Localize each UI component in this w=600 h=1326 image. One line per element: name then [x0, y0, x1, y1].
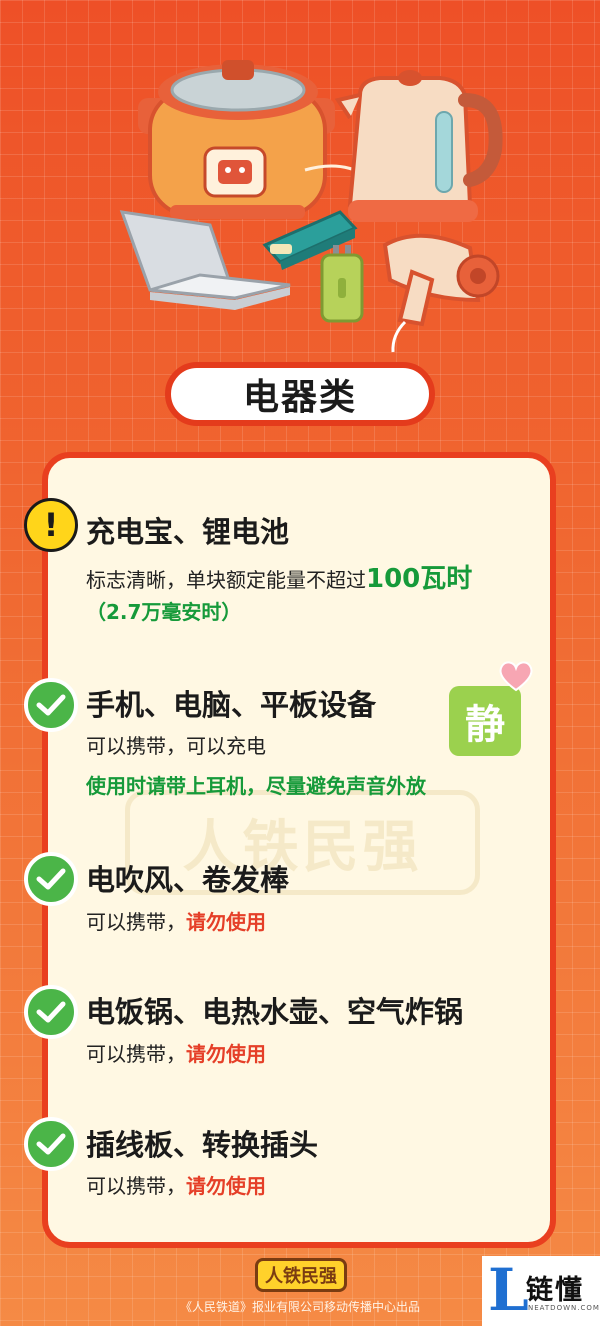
item-detail: 可以携带，可以充电 [86, 734, 266, 758]
warning-icon: ! [24, 498, 78, 552]
poster: 电器类 人铁民强 ! 充电宝、锂电池 标志清晰，单块额定能量不超过100瓦时 （… [0, 0, 600, 1326]
hair-dryer-icon [382, 233, 500, 353]
item-title: 电饭锅、电热水壶、空气炸锅 [86, 995, 464, 1029]
item-detail: 可以携带，请勿使用 [86, 906, 266, 935]
item-detail-text: 可以携带， [86, 1174, 186, 1198]
laptop-icon [119, 210, 291, 310]
badge-name: 链懂 [526, 1275, 584, 1306]
category-title: 电器类 [242, 377, 357, 418]
item-detail-text: 可以携带， [86, 910, 186, 934]
appliances-illustration [119, 60, 503, 353]
charger-icon [320, 245, 364, 323]
item-detail: 可以携带，请勿使用 [86, 1038, 266, 1067]
category-title-pill: 电器类 [165, 362, 435, 426]
item-detail: 标志清晰，单块额定能量不超过100瓦时 [86, 558, 472, 595]
item-title: 插线板、转换插头 [86, 1128, 319, 1162]
corner-watermark-badge[interactable]: L 链懂 NEATDOWN.COM [482, 1256, 600, 1326]
kettle-icon [334, 70, 503, 222]
quiet-sticker: 静 [449, 686, 521, 756]
rice-cooker-icon [138, 60, 366, 219]
item-title: 充电宝、锂电池 [86, 515, 290, 549]
item-title: 电吹风、卷发棒 [86, 863, 290, 897]
item-detail-text: 可以携带， [86, 1042, 186, 1066]
usage-warning: 请勿使用 [186, 1174, 266, 1198]
item-detail: 可以携带，请勿使用 [86, 1170, 266, 1199]
check-icon [24, 1117, 78, 1171]
energy-limit: 100瓦时 [366, 564, 473, 594]
usage-warning: 请勿使用 [186, 910, 266, 934]
item-title: 手机、电脑、平板设备 [86, 688, 377, 722]
usage-warning: 请勿使用 [186, 1042, 266, 1066]
check-icon [24, 678, 78, 732]
check-icon [24, 852, 78, 906]
badge-letter: L [488, 1256, 529, 1324]
heart-icon [499, 661, 533, 692]
capacity-note: （2.7万毫安时） [86, 600, 242, 624]
item-note: 使用时请带上耳机，尽量避免声音外放 [86, 774, 426, 798]
item-detail-text: 标志清晰，单块额定能量不超过 [86, 568, 366, 592]
badge-domain: NEATDOWN.COM [528, 1304, 600, 1312]
footer-logo: 人铁民强 [255, 1258, 347, 1292]
check-icon [24, 985, 78, 1039]
